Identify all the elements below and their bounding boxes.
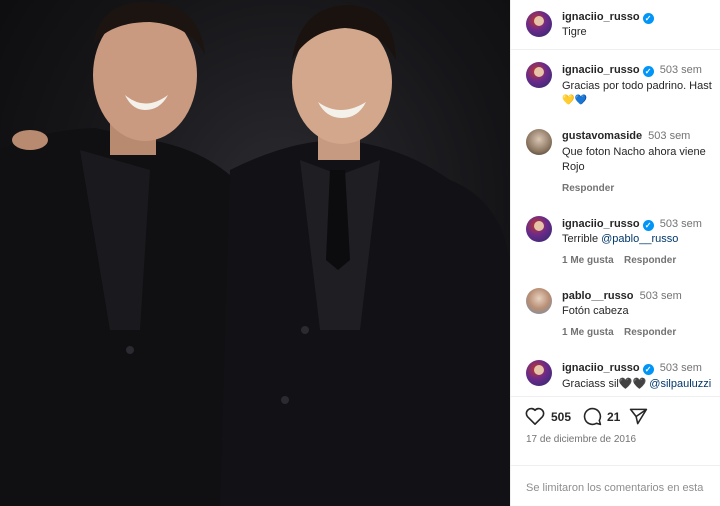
caption-avatar[interactable] [526,62,552,88]
comment-avatar[interactable] [526,288,552,314]
caption-text: Gracias por todo padrino. Hast [562,80,712,92]
author-avatar[interactable] [526,11,552,37]
comment-avatar[interactable] [526,129,552,155]
post-date[interactable]: 17 de diciembre de 2016 [526,434,636,445]
comment-author[interactable]: ignaciio_russo ✓ 503 sem [562,362,702,375]
comment-text: Fotón cabeza [562,305,629,317]
post-actions: 505 21 17 de diciembre de 2016 [511,396,720,456]
caption-author[interactable]: ignaciio_russo ✓ 503 sem [562,64,702,77]
reply-button[interactable]: Responder [562,183,614,194]
comment-time: 503 sem [648,130,691,142]
mention-link[interactable]: @pablo__russo [601,233,678,245]
comment-author-text[interactable]: gustavomaside [562,130,642,142]
comment-avatar[interactable] [526,216,552,242]
comment-text-prefix: Graciass sil🖤🖤 [562,378,650,390]
verified-icon: ✓ [642,66,654,77]
comment-likes[interactable]: 1 Me gusta [562,255,614,266]
verified-icon: ✓ [642,220,654,231]
comment-text-prefix: Terrible [562,233,602,245]
caption-time: 503 sem [659,64,702,76]
photo-image [0,1,510,506]
comment-time: 503 sem [659,362,702,374]
author-username-text[interactable]: ignaciio_russo [562,11,640,23]
post-side-panel: ignaciio_russo ✓ Tigre ignaciio_russo ✓ 50… [510,0,720,506]
likes-count[interactable]: 505 [551,410,571,424]
reply-button[interactable]: Responder [624,255,676,266]
comment-author[interactable]: gustavomaside 503 sem [562,130,690,142]
comment-author-text[interactable]: ignaciio_russo [562,218,640,230]
comment-text-line2: Rojo [562,161,585,173]
comment-text: Terrible @pablo__russo [562,233,678,245]
post-header: ignaciio_russo ✓ Tigre [511,0,720,50]
comments-limited-footer: Se limitaron los comentarios en esta [511,465,720,506]
author-username[interactable]: ignaciio_russo ✓ [562,11,654,24]
heart-icon[interactable] [525,407,545,430]
comment-author-text[interactable]: ignaciio_russo [562,362,640,374]
comment-time: 503 sem [659,218,702,230]
verified-icon: ✓ [642,13,654,24]
post-location[interactable]: Tigre [562,26,587,38]
verified-icon: ✓ [642,364,654,375]
comment-icon[interactable] [583,407,602,431]
comment-text: Graciass sil🖤🖤 @silpauluzzi [562,377,711,390]
comment-author[interactable]: pablo__russo 503 sem [562,290,682,302]
comment-time: 503 sem [639,290,682,302]
comment-author[interactable]: ignaciio_russo ✓ 503 sem [562,218,702,231]
caption-emojis: 💛💙 [562,95,587,106]
comment-author-text[interactable]: pablo__russo [562,290,634,302]
comment-likes[interactable]: 1 Me gusta [562,327,614,338]
reply-button[interactable]: Responder [624,327,676,338]
comments-count[interactable]: 21 [607,410,620,424]
comments-limited-notice: Se limitaron los comentarios en esta [526,482,704,494]
mention-link[interactable]: @silpauluzzi [649,378,711,390]
post-photo[interactable] [0,0,510,506]
caption-author-text[interactable]: ignaciio_russo [562,64,640,76]
comment-avatar[interactable] [526,360,552,386]
comment-text-line1: Que foton Nacho ahora viene [562,146,706,158]
share-icon[interactable] [629,407,648,431]
